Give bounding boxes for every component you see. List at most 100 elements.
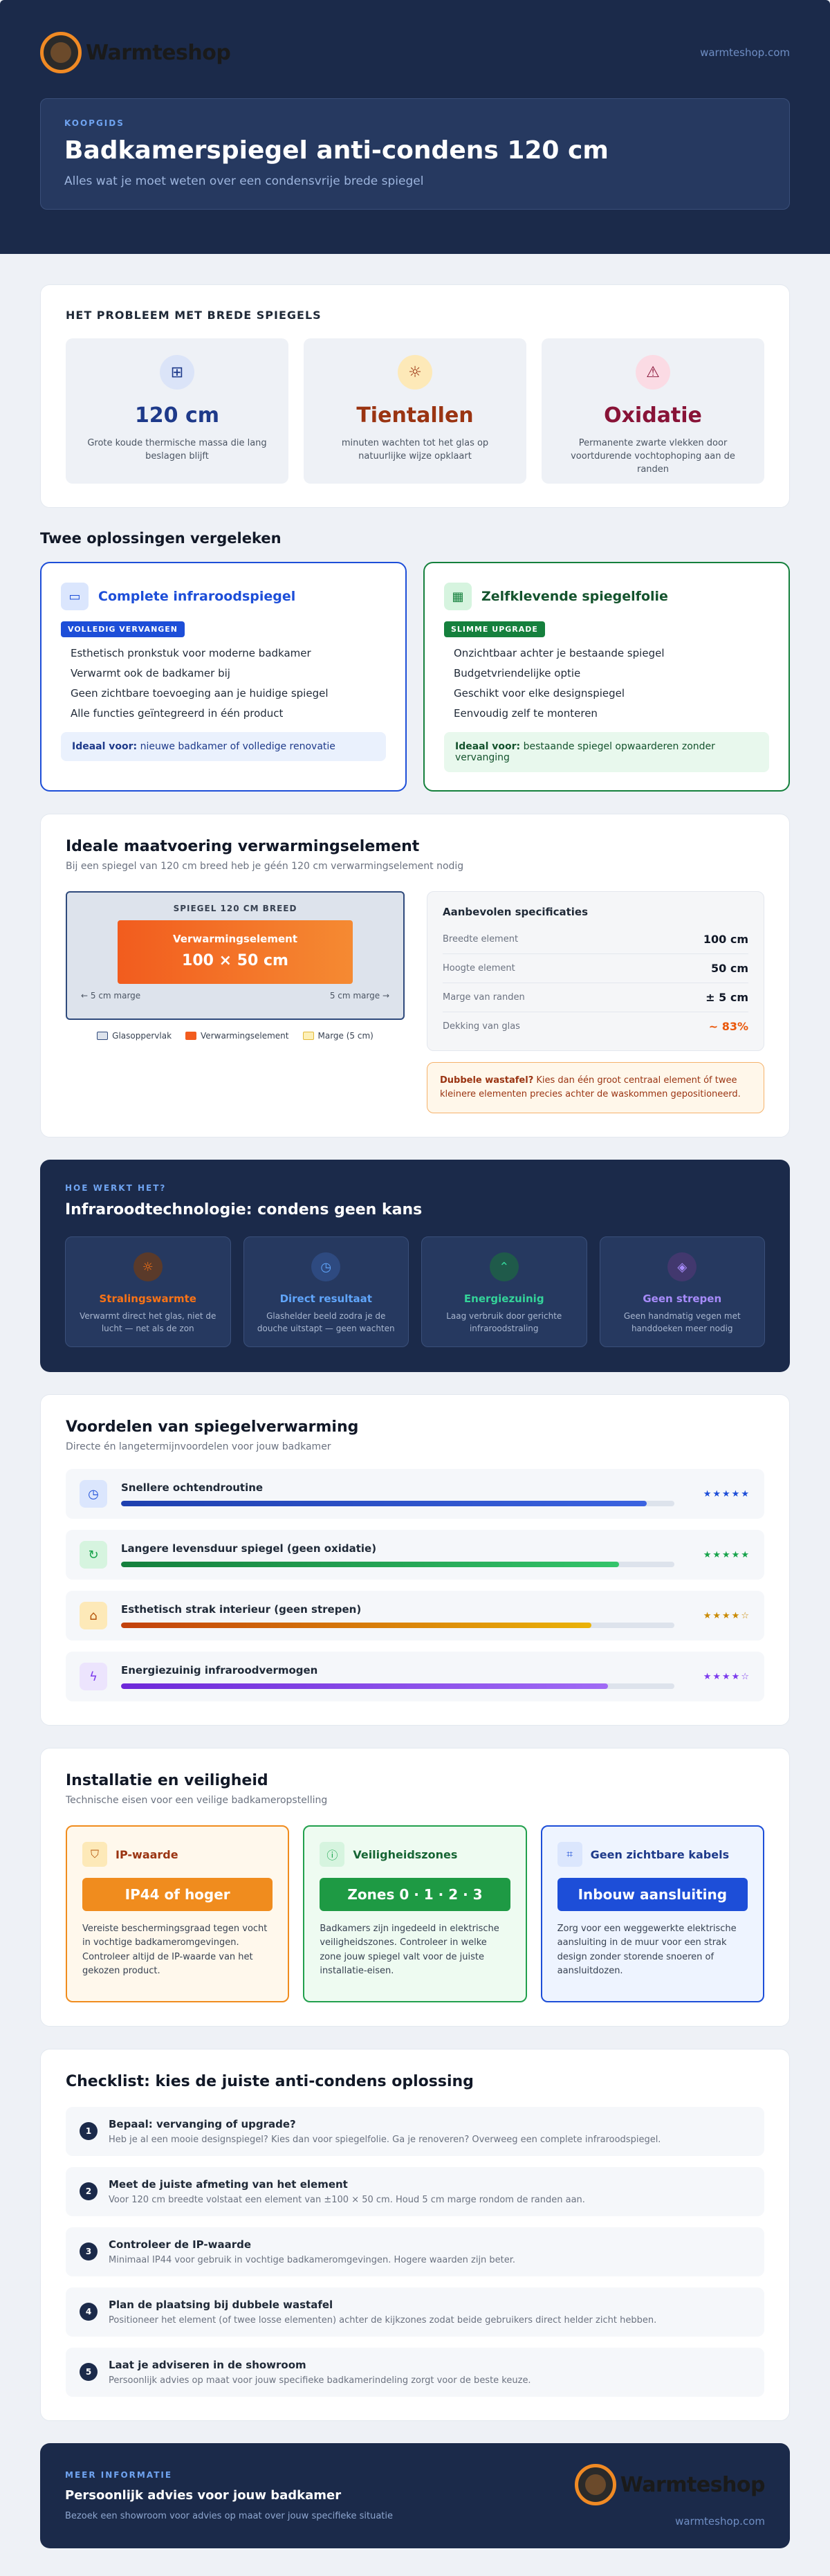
spec-value: 100 cm	[703, 933, 748, 946]
hero-card: KOOPGIDS Badkamerspiegel anti-condens 12…	[40, 98, 790, 210]
spec-label: Hoogte element	[443, 963, 515, 974]
tech-eyebrow: HOE WERKT HET?	[65, 1183, 167, 1194]
install-card-title: IP-waarde	[116, 1847, 178, 1861]
rating-stars: ★★★★★	[703, 1488, 750, 1499]
tech-card-title: Geen strepen	[643, 1292, 722, 1306]
benefit-title: Energiezuinig infraroodvermogen	[121, 1664, 318, 1677]
step-title: Plan de plaatsing bij dubbele wastafel	[109, 2299, 333, 2312]
footer-logo[interactable]: Warmteshop	[574, 2464, 766, 2506]
dimensions-title: Ideale maatvoering verwarmingselement	[66, 838, 420, 855]
list-item: Geschikt voor elke designspiegel	[454, 687, 625, 700]
install-desc: Vereiste beschermingsgraad tegen vocht i…	[82, 1924, 268, 1976]
spec-label: Marge van randen	[443, 992, 525, 1003]
alert-circle-icon: ⓘ	[320, 1842, 345, 1867]
checklist-section: Checklist: kies de juiste anti-condens o…	[40, 2049, 790, 2422]
step-number: 5	[80, 2363, 98, 2382]
problem-tile: ☼ Tientallen minuten wachten tot het gla…	[304, 338, 526, 484]
dimensions-subtitle: Bij een spiegel van 120 cm breed heb je …	[66, 861, 464, 872]
benefit-title: Esthetisch strak interieur (geen strepen…	[121, 1603, 362, 1616]
problem-section: HET PROBLEEM MET BREDE SPIEGELS ⊞ 120 cm…	[40, 284, 790, 508]
benefits-section: Voordelen van spiegelverwarming Directe …	[40, 1394, 790, 1726]
brand-name: Warmteshop	[620, 2472, 766, 2497]
benefit-bar	[121, 1562, 674, 1568]
hero-eyebrow: KOOPGIDS	[64, 118, 124, 128]
benefit-body: Langere levensduur spiegel (geen oxidati…	[121, 1542, 674, 1568]
step-desc: Minimaal IP44 voor gebruik in vochtige b…	[109, 2255, 516, 2266]
tech-card: ⌃ Energiezuinig Laag verbruik door geric…	[421, 1236, 587, 1348]
checklist-step: 3 Controleer de IP-waarde Minimaal IP44 v…	[66, 2227, 764, 2277]
install-head: ⛉ IP-waarde	[82, 1842, 273, 1867]
note-bold: Dubbele wastafel?	[440, 1075, 534, 1086]
benefit-bar	[121, 1623, 674, 1629]
step-body: Meet de juiste afmeting van het element V…	[109, 2178, 585, 2205]
footer-site-url-link[interactable]: warmteshop.com	[575, 2515, 765, 2528]
legend-item: Glasoppervlak	[97, 1031, 172, 1041]
plus-square-icon: ⊞	[160, 355, 194, 390]
problem-tiles: ⊞ 120 cm Grote koude thermische massa di…	[66, 338, 764, 484]
step-number: 3	[80, 2242, 98, 2261]
option-card-infrared[interactable]: ▭ Complete infraroodspiegel VOLLEDIG VER…	[40, 562, 407, 792]
spec-row: Dekking van glas ~ 83%	[443, 1012, 748, 1041]
main-content: HET PROBLEEM MET BREDE SPIEGELS ⊞ 120 cm…	[0, 254, 830, 2576]
checklist-step: 5 Laat je adviseren in de showroom Persoo…	[66, 2348, 764, 2397]
monitor-icon: ▭	[61, 583, 89, 610]
problem-tile: ⊞ 120 cm Grote koude thermische massa di…	[66, 338, 288, 484]
benefit-bar-fill	[121, 1562, 619, 1568]
footer-title: Persoonlijk advies voor jouw badkamer	[65, 2488, 342, 2503]
spec-label: Dekking van glas	[443, 1021, 520, 1032]
tech-card-desc: Glashelder beeld zodra je de douche uits…	[257, 1311, 395, 1333]
step-number: 4	[80, 2303, 98, 2321]
benefit-body: Snellere ochtendroutine	[121, 1481, 674, 1507]
heater-size: 100 × 50 cm	[182, 952, 288, 969]
spec-row: Marge van randen ± 5 cm	[443, 983, 748, 1012]
install-card-title: Veiligheidszones	[353, 1847, 458, 1861]
list-item: Alle functies geïntegreerd in één produc…	[71, 707, 284, 720]
install-section: Installatie en veiligheid Technische eis…	[40, 1748, 790, 2027]
dimensions-section: Ideale maatvoering verwarmingselement Bi…	[40, 814, 790, 1138]
footer-right: Warmteshop warmteshop.com	[574, 2464, 766, 2528]
tech-card-desc: Verwarmt direct het glas, niet de lucht …	[80, 1311, 216, 1333]
step-title: Laat je adviseren in de showroom	[109, 2359, 306, 2372]
option-card-foil[interactable]: ▦ Zelfklevende spiegelfolie SLIMME UPGRA…	[423, 562, 790, 792]
heater-label: Verwarmingselement	[173, 933, 297, 945]
footer-subtitle: Bezoek een showroom voor advies op maat …	[65, 2511, 393, 2522]
bolt-icon: ϟ	[80, 1663, 107, 1691]
benefit-row: ⌂ Esthetisch strak interieur (geen strep…	[66, 1591, 764, 1641]
legend-swatch	[302, 1032, 314, 1040]
step-desc: Heb je al een mooie designspiegel? Kies …	[109, 2135, 661, 2146]
spec-value: 50 cm	[711, 962, 748, 975]
benefit-bar-fill	[121, 1683, 608, 1690]
dimensions-body: SPIEGEL 120 CM BREED Verwarmingselement …	[66, 891, 764, 1114]
benefit-body: Energiezuinig infraroodvermogen	[121, 1664, 674, 1690]
spec-row: Breedte element 100 cm	[443, 925, 748, 954]
step-desc: Positioneer het element (of twee losse e…	[109, 2315, 657, 2326]
tech-title: Infraroodtechnologie: condens geen kans	[65, 1201, 423, 1219]
list-item: Budgetvriendelijke optie	[454, 667, 581, 679]
tech-grid: ☼ Stralingswarmte Verwarmt direct het gl…	[65, 1236, 765, 1348]
benefit-row: ◷ Snellere ochtendroutine ★★★★★	[66, 1469, 764, 1519]
checklist-step: 1 Bepaal: vervanging of upgrade? Heb je a…	[66, 2107, 764, 2157]
clock-icon: ◷	[80, 1480, 107, 1508]
hero: Warmteshop warmteshop.com KOOPGIDS Badka…	[0, 0, 830, 254]
install-card-cables: ⌗ Geen zichtbare kabels Inbouw aansluiti…	[540, 1825, 764, 2003]
benefit-bar	[121, 1501, 674, 1507]
tile-value: Oxidatie	[604, 403, 702, 428]
brand-logo[interactable]: Warmteshop	[40, 32, 231, 73]
clock-icon: ◷	[311, 1252, 341, 1282]
site-url-link[interactable]: warmteshop.com	[700, 46, 790, 59]
rating-stars: ★★★★☆	[703, 1671, 750, 1682]
option-head: ▦ Zelfklevende spiegelfolie	[444, 583, 769, 610]
option-title: Complete infraroodspiegel	[98, 589, 296, 604]
ideal-label: Ideaal voor:	[455, 741, 521, 752]
problem-label: HET PROBLEEM MET BREDE SPIEGELS	[66, 309, 322, 322]
warning-icon: ⚠	[636, 355, 670, 390]
option-ideal: Ideaal voor: nieuwe badkamer of volledig…	[61, 732, 386, 761]
spec-value: ~ 83%	[708, 1020, 748, 1033]
page-subtitle: Alles wat je moet weten over een condens…	[64, 174, 424, 188]
install-pill: IP44 of hoger	[82, 1878, 273, 1912]
list-item: Eenvoudig zelf te monteren	[454, 707, 598, 720]
benefit-title: Langere levensduur spiegel (geen oxidati…	[121, 1542, 377, 1555]
logo-mark-icon	[40, 32, 82, 73]
tech-card-desc: Laag verbruik door gerichte infraroodstr…	[446, 1311, 562, 1333]
legend-item: Marge (5 cm)	[302, 1031, 374, 1041]
